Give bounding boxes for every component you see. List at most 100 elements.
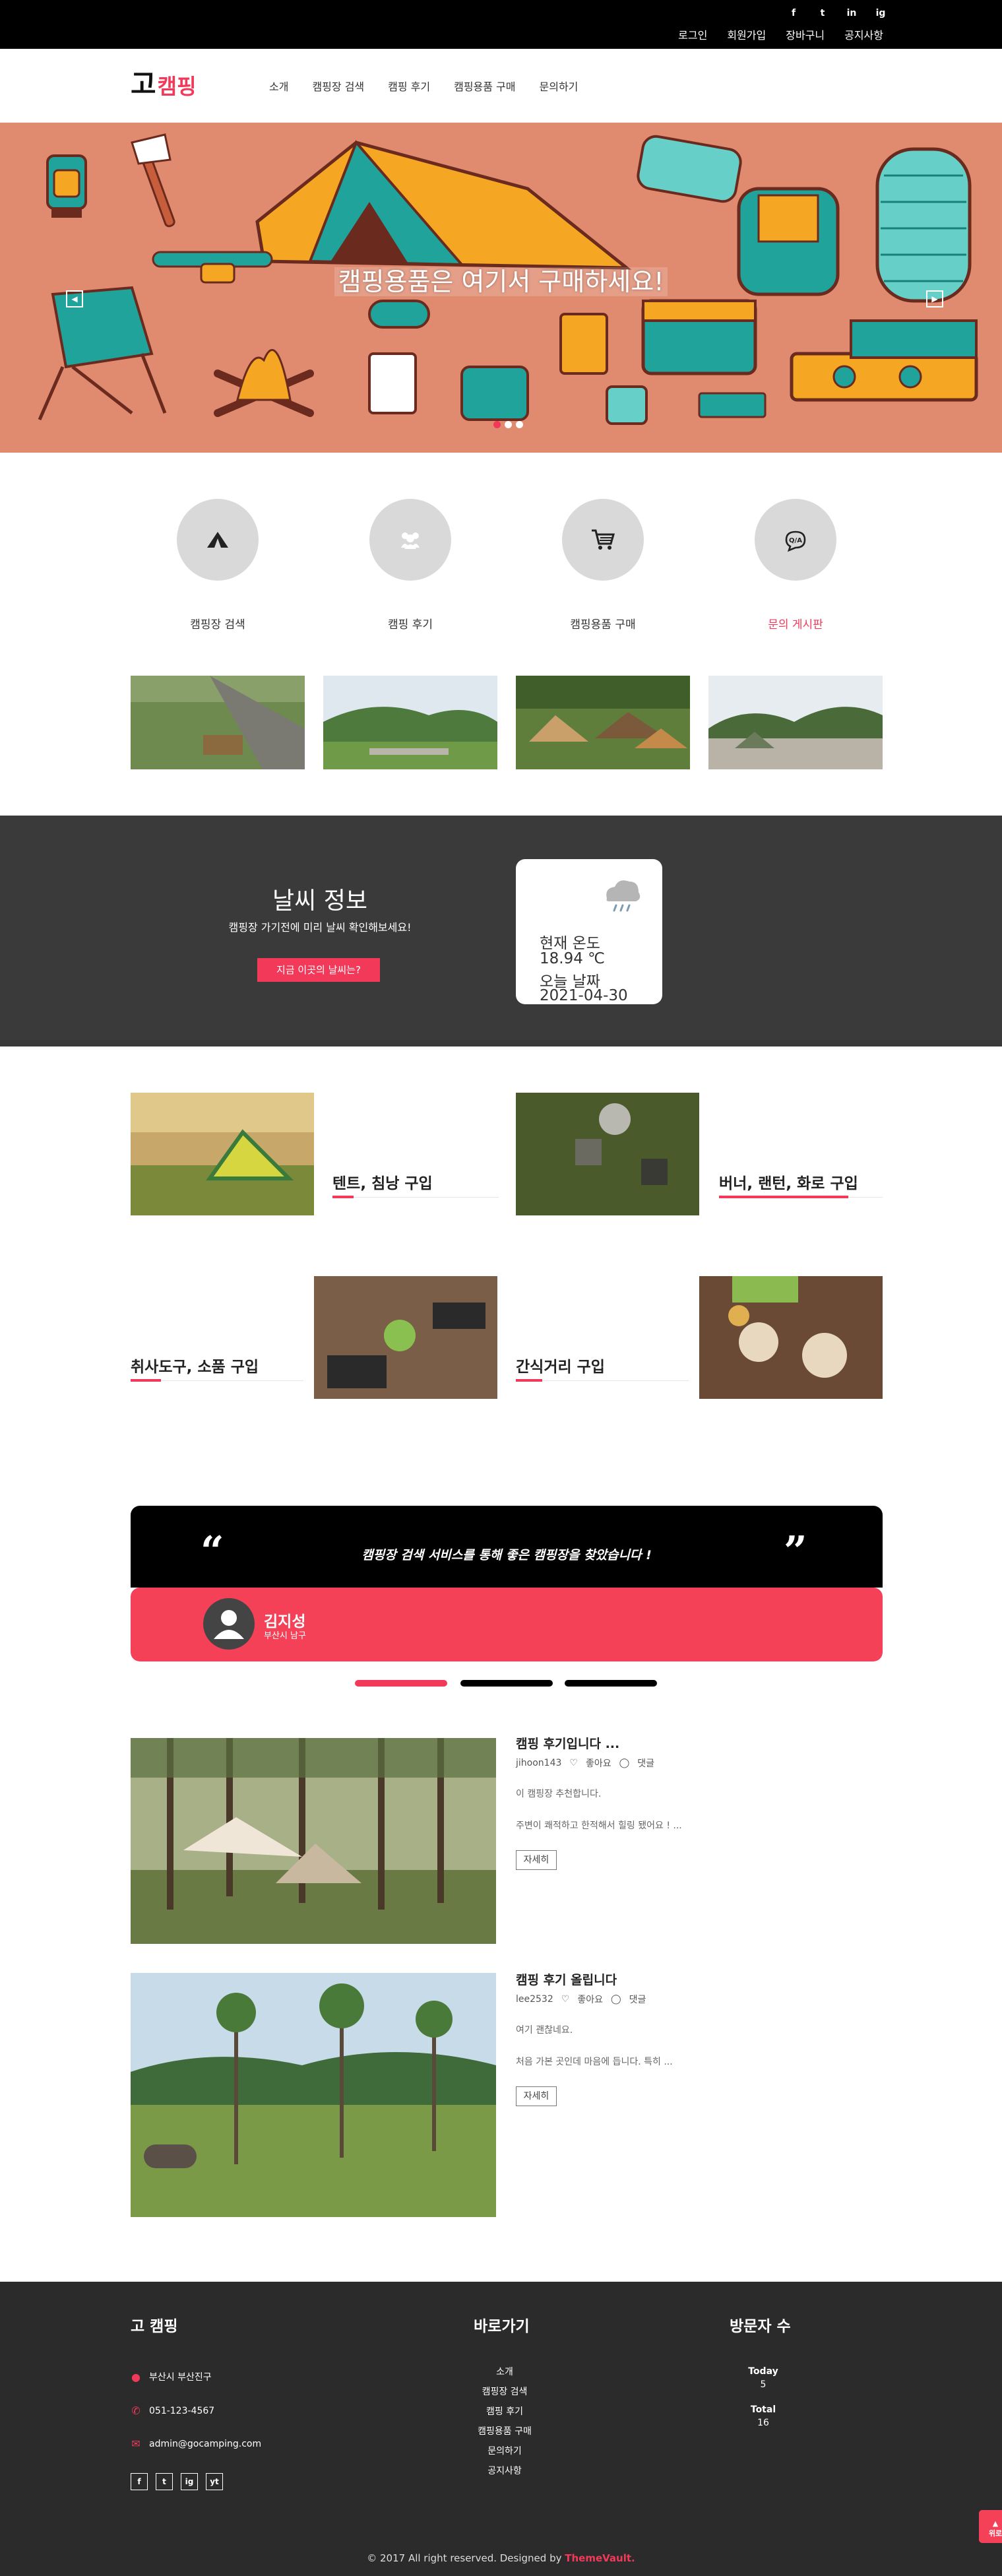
campsite-photo-3[interactable] — [516, 676, 690, 769]
nav-shop[interactable]: 캠핑용품 구매 — [454, 78, 515, 94]
review-line1-1: 이 캠핑장 추천합니다. — [516, 1789, 602, 1799]
testimonial-dot-1[interactable] — [355, 1680, 447, 1687]
footer-link-notice[interactable]: 공지사항 — [449, 2464, 561, 2477]
category-tent-accent — [332, 1196, 354, 1198]
nav-contact[interactable]: 문의하기 — [540, 78, 579, 94]
review-title-1[interactable]: 캠핑 후기입니다 ... — [516, 1734, 619, 1752]
testimonial-name: 김지성 — [264, 1613, 306, 1630]
hero-next-button[interactable]: ▶ — [926, 290, 943, 307]
weather-date-value: 2021-04-30 — [540, 987, 628, 1004]
review-meta-1: jihoon143 ♡ 좋아요 ◯ 댓글 — [516, 1756, 654, 1770]
category-snack-image[interactable] — [699, 1276, 883, 1399]
cart-link[interactable]: 장바구니 — [786, 26, 825, 42]
review-image-1[interactable] — [131, 1738, 496, 1944]
category-tent-title[interactable]: 텐트, 침낭 구입 — [332, 1171, 433, 1193]
nav-about[interactable]: 소개 — [269, 78, 288, 94]
category-tent-image[interactable] — [131, 1093, 314, 1215]
service-camp-search-button[interactable] — [177, 499, 259, 581]
service-shop-button[interactable] — [562, 499, 644, 581]
youtube-icon[interactable]: yt — [206, 2473, 223, 2490]
testimonial-quote: 캠핑장 검색 서비스를 통해 좋은 캠핑장을 찾았습니다 ! — [361, 1548, 652, 1562]
hero-dot-2[interactable] — [505, 421, 512, 428]
twitter-icon[interactable]: t — [817, 8, 828, 18]
service-qa-button[interactable]: Q/A — [755, 499, 836, 581]
site-logo[interactable]: 고캠핑 — [131, 62, 197, 102]
weather-temp-label: 현재 온도 — [540, 935, 600, 952]
lakeside-camp-image — [131, 1973, 496, 2217]
category-cookware-image[interactable] — [314, 1276, 497, 1399]
testimonial-dot-3[interactable] — [565, 1680, 657, 1687]
footer-link-contact[interactable]: 문의하기 — [449, 2444, 561, 2457]
footer-link-camp-search[interactable]: 캠핑장 검색 — [449, 2385, 561, 2398]
campsite-photo-1[interactable] — [131, 676, 305, 769]
footer-visitors-title: 방문자 수 — [730, 2318, 791, 2335]
visitors-today-value: 5 — [760, 2379, 767, 2390]
weather-subtitle: 캠핑장 가기전에 미리 날씨 확인해보세요! — [228, 921, 412, 934]
footer-email[interactable]: admin@gocamping.com — [149, 2439, 261, 2449]
hero-prev-button[interactable]: ◀ — [66, 290, 83, 307]
category-burner-image[interactable] — [516, 1093, 699, 1215]
twitter-icon[interactable]: t — [156, 2473, 173, 2490]
signup-link[interactable]: 회원가입 — [727, 26, 766, 42]
footer-link-shop[interactable]: 캠핑용품 구매 — [449, 2424, 561, 2437]
hero-banner: 캠핑용품은 여기서 구매하세요! ◀ ▶ — [0, 123, 1002, 453]
axe-icon — [131, 133, 175, 228]
category-cookware-title[interactable]: 취사도구, 소품 구입 — [131, 1354, 259, 1376]
cooler-illustration — [641, 299, 757, 375]
comment-icon[interactable]: ◯ — [611, 1994, 621, 2005]
hero-pagination — [493, 421, 523, 428]
category-snack-accent — [516, 1379, 542, 1382]
linkedin-icon[interactable]: in — [846, 8, 857, 18]
footer-link-reviews[interactable]: 캠핑 후기 — [449, 2404, 561, 2418]
login-link[interactable]: 로그인 — [678, 26, 707, 42]
scroll-top-button[interactable]: ▲ 위로 — [979, 2510, 1002, 2543]
footer-email-row: ✉ admin@gocamping.com — [131, 2437, 261, 2450]
heart-icon[interactable]: ♡ — [569, 1758, 578, 1768]
nav-camp-search[interactable]: 캠핑장 검색 — [312, 78, 364, 94]
testimonial-author-box: 김지성 부산시 남구 — [131, 1588, 883, 1661]
service-label-qa[interactable]: 문의 게시판 — [716, 615, 875, 631]
svg-text:Q/A: Q/A — [789, 537, 802, 544]
footer-social-links: f t ig yt — [131, 2473, 223, 2490]
review-like-label-2[interactable]: 좋아요 — [577, 1993, 603, 2006]
review-image-2[interactable] — [131, 1973, 496, 2217]
camp-stove-illustration — [790, 319, 978, 402]
snack-photo — [699, 1276, 883, 1399]
review-detail-button-2[interactable]: 자세히 — [516, 2086, 557, 2106]
testimonial-dot-2[interactable] — [460, 1680, 553, 1687]
designer-link[interactable]: ThemeVault. — [565, 2552, 635, 2564]
nav-reviews[interactable]: 캠핑 후기 — [388, 78, 430, 94]
weather-temp-value: 18.94 ℃ — [540, 950, 605, 967]
review-line2-1: 주변이 쾌적하고 한적해서 힐링 됐어요 ! ... — [516, 1820, 682, 1831]
category-burner-title[interactable]: 버너, 랜턴, 화로 구입 — [719, 1171, 858, 1193]
review-title-2[interactable]: 캠핑 후기 올립니다 — [516, 1970, 617, 1988]
review-detail-button-1[interactable]: 자세히 — [516, 1850, 557, 1870]
logo-main: 고 — [131, 68, 156, 100]
service-label-reviews[interactable]: 캠핑 후기 — [331, 615, 489, 631]
instagram-icon[interactable]: ig — [181, 2473, 198, 2490]
weather-check-button[interactable]: 지금 이곳의 날씨는? — [257, 958, 380, 982]
review-comment-label-1[interactable]: 댓글 — [637, 1756, 654, 1770]
copyright-text: © 2017 All right reserved. Designed by — [367, 2552, 562, 2564]
review-comment-label-2[interactable]: 댓글 — [629, 1993, 646, 2006]
footer-link-about[interactable]: 소개 — [449, 2365, 561, 2378]
hero-dot-1[interactable] — [493, 421, 501, 428]
service-reviews-button[interactable] — [369, 499, 451, 581]
notice-link[interactable]: 공지사항 — [844, 26, 883, 42]
facebook-icon[interactable]: f — [788, 8, 799, 18]
campsite-photo-2[interactable] — [323, 676, 497, 769]
campsite-photo-4[interactable] — [708, 676, 883, 769]
footer-address: 부산시 부산진구 — [149, 2372, 212, 2383]
review-like-label-1[interactable]: 좋아요 — [586, 1756, 611, 1770]
service-label-shop[interactable]: 캠핑용품 구매 — [524, 615, 682, 631]
service-label-camp-search[interactable]: 캠핑장 검색 — [139, 615, 297, 631]
category-snack-title[interactable]: 간식거리 구입 — [516, 1354, 605, 1376]
phone-icon: ✆ — [131, 2404, 141, 2417]
hero-dot-3[interactable] — [516, 421, 523, 428]
instagram-icon[interactable]: ig — [875, 8, 886, 18]
comment-icon[interactable]: ◯ — [619, 1758, 630, 1768]
weather-card: 현재 온도 18.94 ℃ 오늘 날짜 2021-04-30 — [516, 859, 662, 1004]
facebook-icon[interactable]: f — [131, 2473, 148, 2490]
hero-title-text: 캠핑용품은 여기서 구매하세요! — [334, 267, 668, 296]
heart-icon[interactable]: ♡ — [561, 1994, 570, 2005]
